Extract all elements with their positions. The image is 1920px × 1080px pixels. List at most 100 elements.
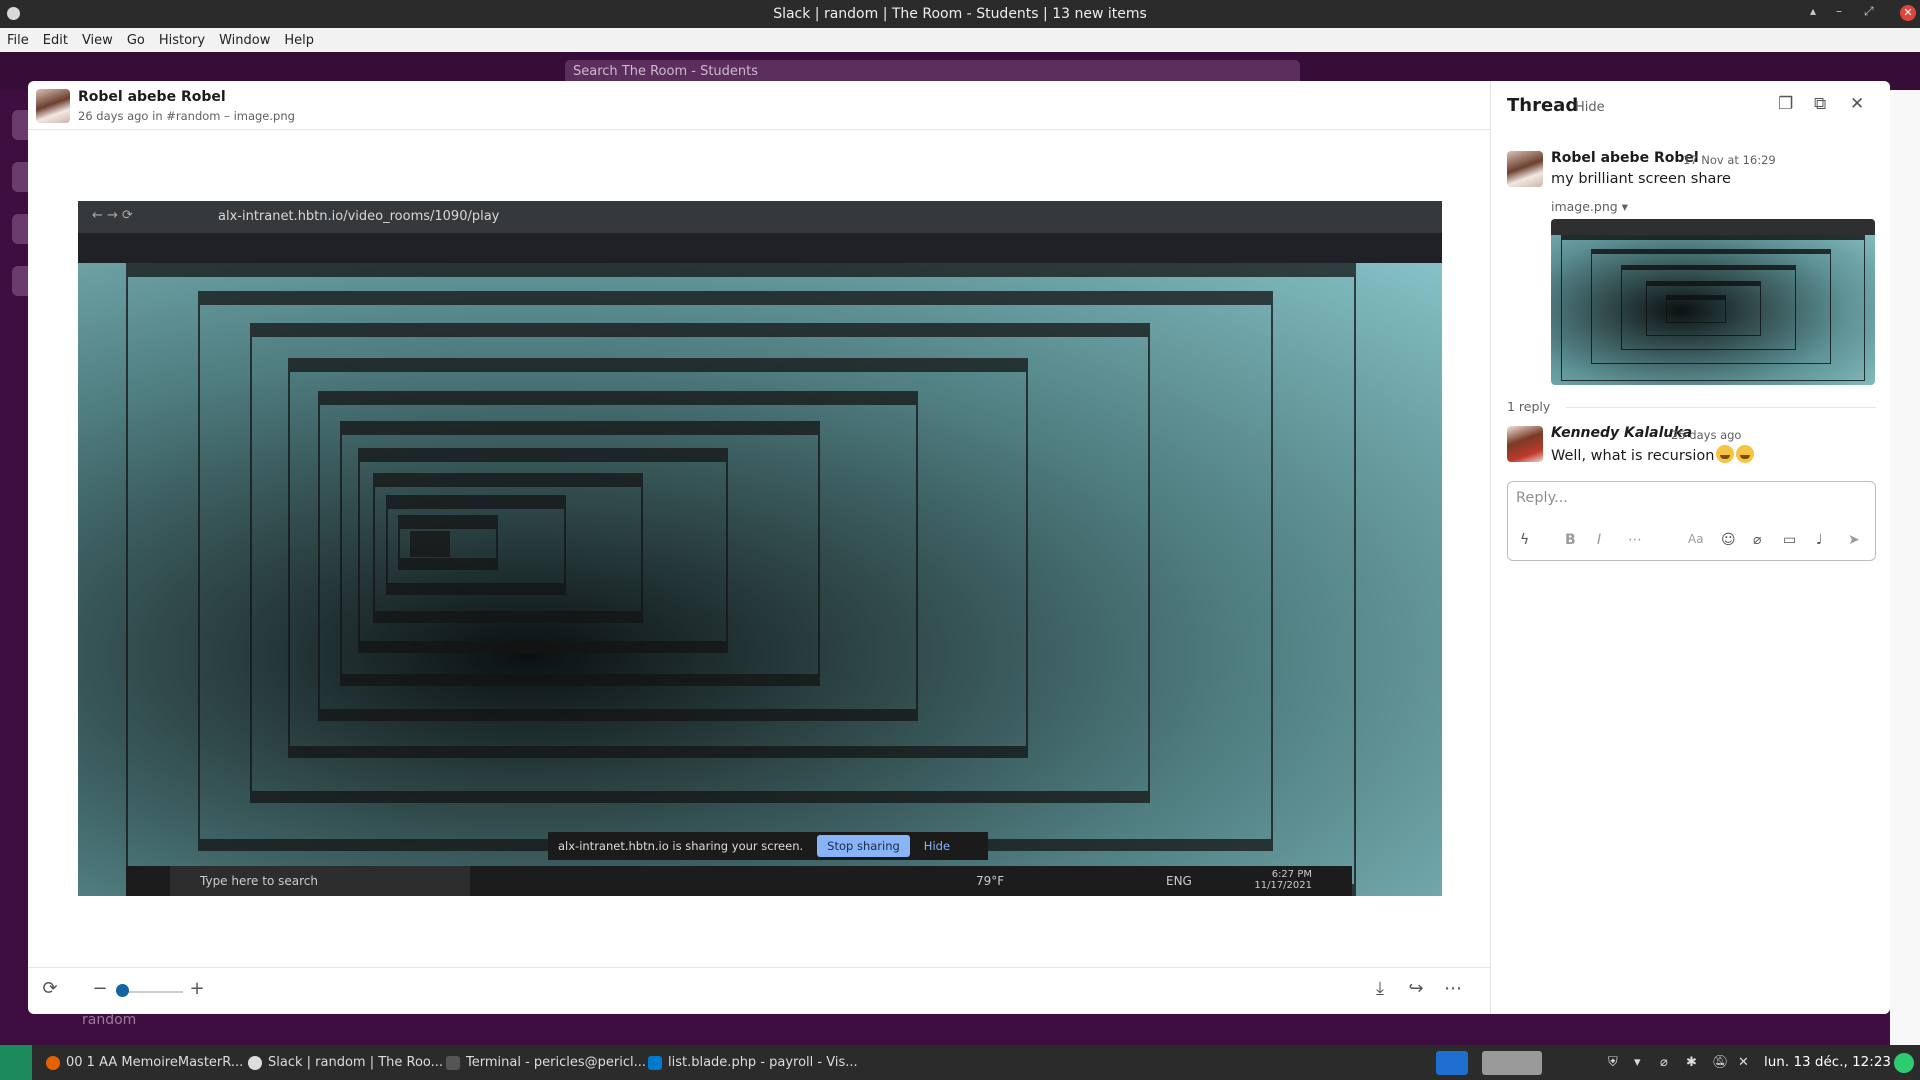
slack-tray-icon[interactable]: ✱ <box>1686 1055 1697 1070</box>
window-title: Slack | random | The Room - Students | 1… <box>773 6 1147 22</box>
zoom-in-icon[interactable]: + <box>185 978 209 999</box>
maximize-button[interactable]: ⤢ <box>1864 4 1874 19</box>
message-author[interactable]: Robel abebe Robel <box>1551 150 1699 166</box>
system-clock[interactable]: lun. 13 déc., 12:23 <box>1764 1054 1891 1070</box>
zoom-slider-track[interactable] <box>123 991 183 993</box>
sidebar-channel-random[interactable]: random <box>82 1012 136 1028</box>
attachment-icon[interactable]: ⌀ <box>1660 1055 1668 1070</box>
image-thumbnail[interactable] <box>1551 219 1875 385</box>
reply-composer: ϟ B I ⋯ Aa ☺ ⌀ ▭ ♩ ➤ <box>1507 481 1876 561</box>
recursive-screen-tunnel <box>78 263 1442 896</box>
back-icon: ← → ⟳ <box>92 208 133 223</box>
shared-image[interactable]: ← → ⟳ alx-intranet.hbtn.io/video_rooms/1… <box>78 201 1442 896</box>
menu-history[interactable]: History <box>152 33 212 48</box>
taskbar-item-slack[interactable]: Slack | random | The Roo... <box>248 1045 443 1080</box>
message-meta: 26 days ago in #random – image.png <box>78 109 295 123</box>
taskbar-item-label: 00 1 AA MemoireMasterR... <box>66 1055 244 1070</box>
laughing-emoji-icon <box>1716 445 1735 463</box>
zoom-slider-thumb[interactable] <box>116 984 129 997</box>
workspace-switcher-icon[interactable] <box>1436 1051 1468 1075</box>
vscode-icon <box>648 1055 662 1070</box>
attach-icon[interactable]: ⌀ <box>1753 532 1761 548</box>
hide-share-bar-button: Hide <box>923 839 951 853</box>
reply-count: 1 reply <box>1507 399 1551 414</box>
hide-thread-button[interactable]: Hide <box>1575 100 1605 115</box>
menu-window[interactable]: Window <box>212 33 277 48</box>
workspace-switcher-icon[interactable] <box>1482 1051 1542 1075</box>
message-text: my brilliant screen share <box>1551 171 1731 187</box>
viewer-footer: ⟳ − + ⤓ ↪ ⋯ <box>28 967 1491 1014</box>
bold-icon[interactable]: B <box>1565 532 1576 548</box>
video-icon[interactable]: ▭ <box>1783 532 1796 548</box>
download-icon[interactable]: ⤓ <box>1368 978 1392 999</box>
copy-icon[interactable]: ❐ <box>1778 94 1793 114</box>
share-icon[interactable]: ↪ <box>1404 978 1428 999</box>
viewer-header: Robel abebe Robel 26 days ago in #random… <box>28 81 1491 130</box>
windows-clock-time: 6:27 PM <box>1271 869 1312 880</box>
taskbar-item-vscode[interactable]: list.blade.php - payroll - Vis... <box>648 1045 858 1080</box>
slack-main-edge <box>1890 90 1920 1045</box>
message-timestamp[interactable]: 25 days ago <box>1671 428 1741 442</box>
avatar[interactable] <box>1507 426 1543 462</box>
language-text: ENG <box>1166 874 1192 888</box>
menu-go[interactable]: Go <box>120 33 152 48</box>
workspace-sidebar <box>0 90 34 1045</box>
reply-text-content: Well, what is recursion <box>1551 448 1715 464</box>
close-window-button[interactable]: ✕ <box>1900 5 1916 21</box>
windows-clock: 6:27 PM 11/17/2021 <box>1254 869 1312 891</box>
app-icon <box>7 7 20 20</box>
emoji-icon[interactable]: ☺ <box>1721 532 1736 548</box>
close-icon[interactable]: ✕ <box>1850 94 1864 114</box>
formatting-toggle-icon[interactable]: Aa <box>1688 532 1704 546</box>
desktop-taskbar: 00 1 AA MemoireMasterR... Slack | random… <box>0 1045 1920 1080</box>
menu-view[interactable]: View <box>75 33 120 48</box>
image-viewer: Robel abebe Robel 26 days ago in #random… <box>28 81 1491 1014</box>
keep-above-button[interactable]: ▴ <box>1810 4 1816 18</box>
wifi-icon[interactable]: ▾ <box>1634 1055 1641 1070</box>
expand-icon[interactable]: ⧉ <box>1814 94 1826 114</box>
thread-panel: Thread Hide ❐ ⧉ ✕ Robel abebe Robel 17 N… <box>1491 81 1890 1014</box>
share-status-text: alx-intranet.hbtn.io is sharing your scr… <box>558 839 804 853</box>
message-timestamp[interactable]: 17 Nov at 16:29 <box>1683 153 1776 167</box>
avatar[interactable] <box>1507 151 1543 187</box>
windows-taskbar-in-image: Type here to search 79°F ENG 6:27 PM 11/… <box>126 866 1352 896</box>
menu-help[interactable]: Help <box>277 33 321 48</box>
image-viewer-modal: Robel abebe Robel 26 days ago in #random… <box>28 81 1890 1014</box>
minimize-button[interactable]: – <box>1836 4 1842 18</box>
reply-text: Well, what is recursion <box>1551 445 1755 464</box>
windows-search-text: Type here to search <box>170 866 470 896</box>
volume-muted-icon[interactable]: ✕ <box>1738 1055 1749 1070</box>
menu-edit[interactable]: Edit <box>36 33 75 48</box>
start-menu-icon[interactable] <box>0 1045 32 1080</box>
laughing-emoji-icon <box>1736 445 1755 463</box>
image-browser-toolbar: ← → ⟳ alx-intranet.hbtn.io/video_rooms/1… <box>78 201 1442 233</box>
zoom-out-icon[interactable]: − <box>88 978 112 999</box>
send-icon[interactable]: ➤ <box>1848 532 1860 548</box>
italic-icon[interactable]: I <box>1597 532 1601 548</box>
terminal-icon <box>446 1055 460 1070</box>
taskbar-item-label: Slack | random | The Roo... <box>268 1055 444 1070</box>
thumbnail-toolbar <box>1551 219 1875 235</box>
taskbar-item-label: list.blade.php - payroll - Vis... <box>668 1055 858 1070</box>
taskbar-item-terminal[interactable]: Terminal - pericles@pericl... <box>446 1045 646 1080</box>
avatar[interactable] <box>36 89 70 123</box>
more-formatting-icon[interactable]: ⋯ <box>1628 532 1642 548</box>
rotate-icon[interactable]: ⟳ <box>38 978 62 999</box>
weather-text: 79°F <box>976 874 1005 888</box>
thread-title: Thread <box>1507 95 1579 116</box>
slack-icon <box>248 1055 262 1070</box>
shortcuts-icon[interactable]: ϟ <box>1520 532 1529 548</box>
firefox-icon <box>46 1055 60 1070</box>
thread-header: Thread Hide ❐ ⧉ ✕ <box>1491 81 1890 130</box>
more-actions-icon[interactable]: ⋯ <box>1441 978 1465 999</box>
author-name[interactable]: Robel abebe Robel <box>78 89 226 105</box>
shield-icon[interactable]: ⛨ <box>1608 1055 1618 1070</box>
notifications-off-icon[interactable]: 🔕︎ <box>1712 1055 1729 1070</box>
update-icon[interactable] <box>1894 1053 1914 1073</box>
taskbar-item-firefox[interactable]: 00 1 AA MemoireMasterR... <box>46 1045 243 1080</box>
menu-file[interactable]: File <box>0 33 36 48</box>
microphone-icon[interactable]: ♩ <box>1816 532 1823 548</box>
file-name-dropdown[interactable]: image.png ▾ <box>1551 199 1628 214</box>
stop-sharing-button: Stop sharing <box>817 835 910 857</box>
reply-input[interactable] <box>1516 490 1866 506</box>
